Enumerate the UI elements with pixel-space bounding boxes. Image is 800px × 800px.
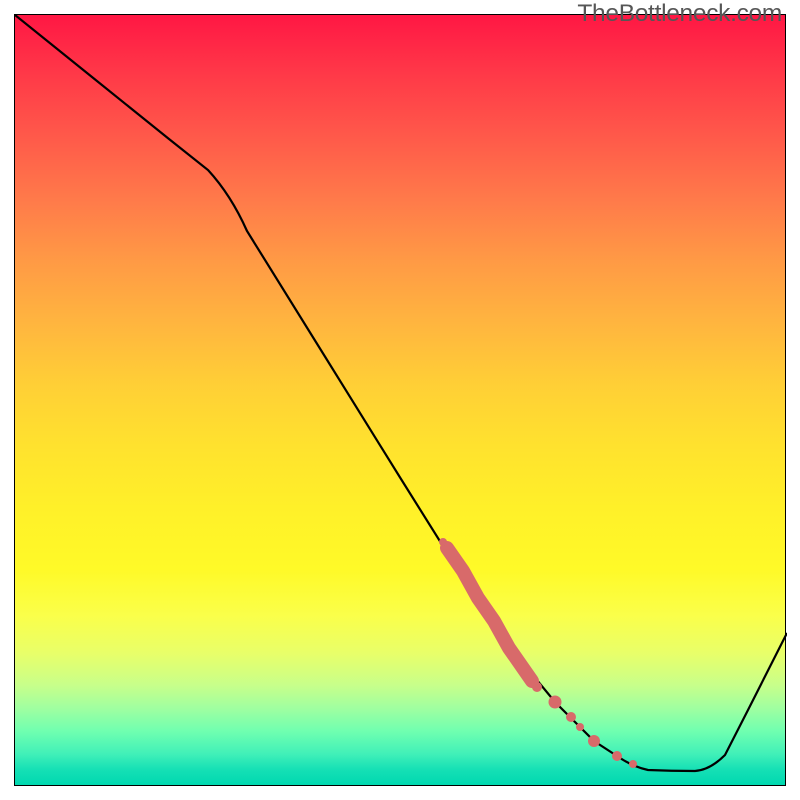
highlight-dot bbox=[549, 696, 562, 709]
curve-line bbox=[15, 15, 787, 771]
highlight-segment bbox=[447, 548, 532, 681]
chart-svg bbox=[15, 15, 787, 787]
highlight-dot bbox=[439, 538, 447, 546]
highlight-dot bbox=[532, 682, 542, 692]
plot-area bbox=[14, 14, 786, 786]
highlight-dot bbox=[566, 712, 576, 722]
chart-container: TheBottleneck.com bbox=[0, 0, 800, 800]
watermark-text: TheBottleneck.com bbox=[577, 0, 782, 28]
highlight-dot bbox=[576, 723, 584, 731]
highlight-dot bbox=[612, 751, 622, 761]
highlight-dot bbox=[629, 760, 637, 768]
highlight-dot bbox=[588, 735, 600, 747]
